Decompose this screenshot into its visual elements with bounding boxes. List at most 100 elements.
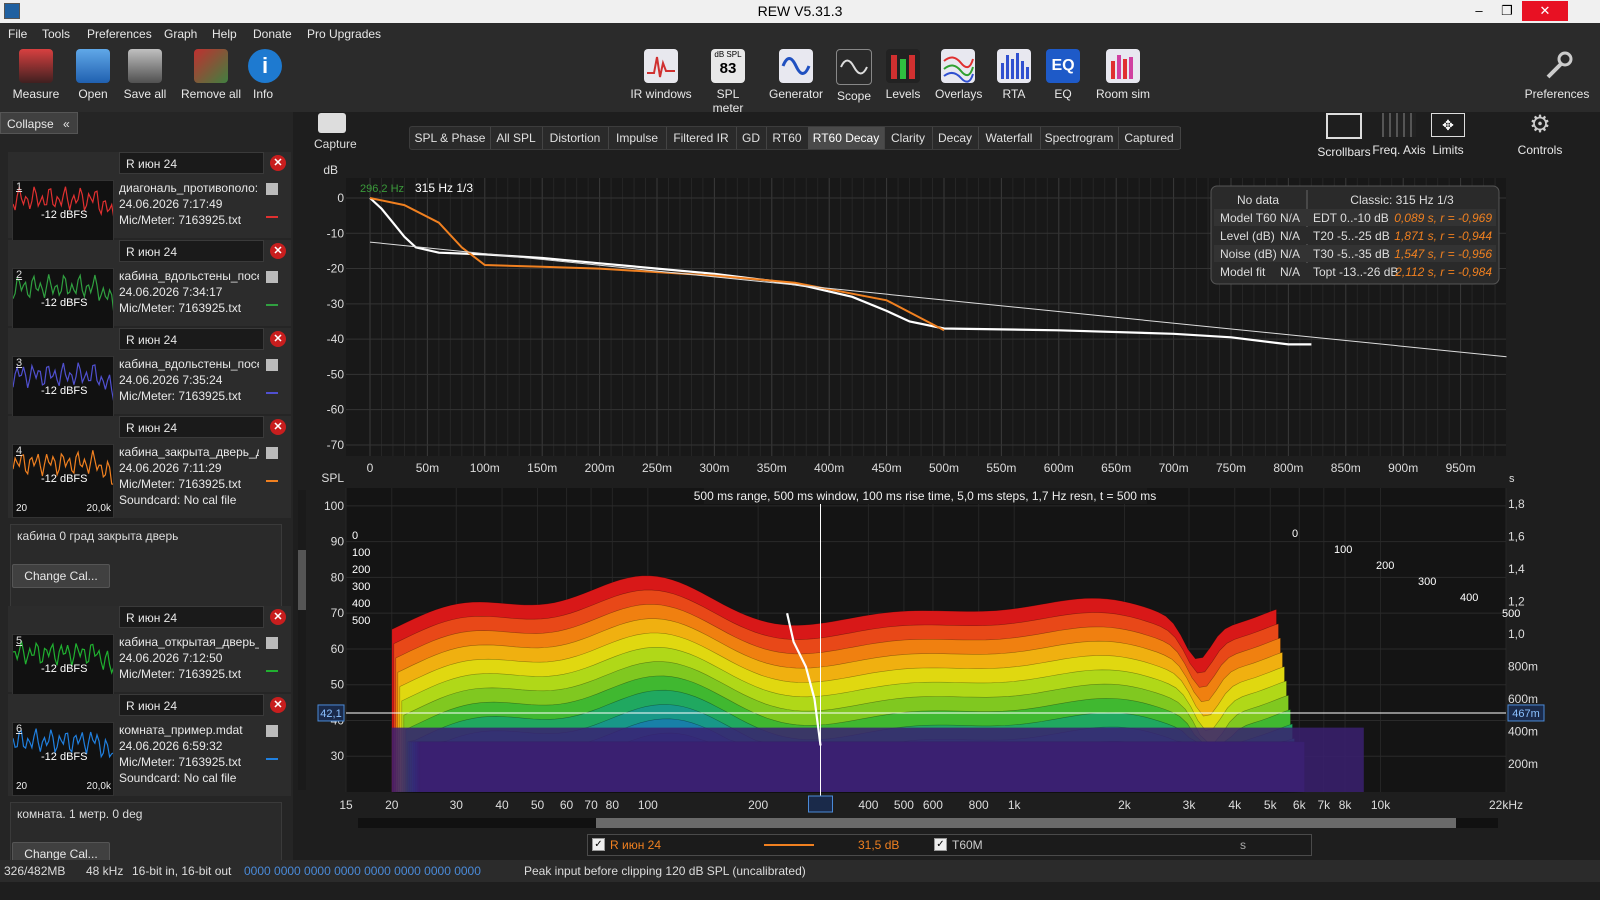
measurement-card[interactable]: R июн 24✕1-12 dBFS2020,0диагональ_против… (8, 152, 291, 254)
menu-file[interactable]: File (8, 27, 27, 41)
delete-icon[interactable]: ✕ (270, 697, 286, 713)
levels-button[interactable]: Levels (884, 49, 922, 101)
x-tick-label: 600m (1044, 461, 1074, 475)
offset-icon[interactable] (266, 476, 278, 482)
offset-icon[interactable] (266, 754, 278, 760)
controls-button[interactable]: ⚙ Controls (1516, 113, 1564, 158)
info-button[interactable]: i Info (248, 49, 282, 101)
info-label: Info (252, 87, 273, 101)
edit-icon[interactable] (266, 271, 278, 283)
edit-icon[interactable] (266, 725, 278, 737)
open-button[interactable]: Open (70, 49, 116, 101)
delete-icon[interactable]: ✕ (270, 155, 286, 171)
tab-rt60[interactable]: RT60 (766, 127, 809, 149)
offset-icon[interactable] (266, 666, 278, 672)
measurement-name[interactable]: R июн 24 (119, 240, 264, 262)
preferences-button[interactable]: Preferences (1524, 49, 1590, 101)
measurement-card[interactable]: R июн 24✕2-12 dBFS2020,0кабина_вдольстен… (8, 240, 291, 342)
edit-icon[interactable] (266, 637, 278, 649)
tab-spl-phase[interactable]: SPL & Phase (410, 127, 491, 149)
offset-icon[interactable] (266, 300, 278, 306)
measurement-card[interactable]: R июн 24✕5-12 dBFS2020,0кабина_открытая_… (8, 606, 291, 708)
scope-button[interactable]: Scope (836, 49, 872, 103)
freq-tick-label: 800 (969, 798, 989, 812)
measurement-name[interactable]: R июн 24 (119, 328, 264, 350)
minimize-button[interactable]: – (1464, 1, 1494, 21)
delete-icon[interactable]: ✕ (270, 419, 286, 435)
menu-help[interactable]: Help (212, 27, 237, 41)
tab-waterfall[interactable]: Waterfall (978, 127, 1041, 149)
measurement-card[interactable]: R июн 24 ✕ 6 -12 dBFS 20 20,0k комната_пример.… (8, 694, 291, 796)
thumb-freq-start: 20 (16, 503, 28, 514)
remove-all-button[interactable]: Remove all (180, 49, 242, 101)
limits-button[interactable]: ✥ Limits (1430, 113, 1466, 157)
measure-label: Measure (12, 87, 60, 101)
tab-gd[interactable]: GD (736, 127, 767, 149)
freq-axis-icon (1382, 113, 1416, 137)
time-label-left: 400 (352, 598, 370, 610)
measurement-number: 2 (16, 269, 23, 281)
capture-button[interactable]: Capture (314, 113, 357, 151)
rta-button[interactable]: RTA (996, 49, 1032, 101)
measurement-card[interactable]: R июн 24 ✕ 4 -12 dBFS 20 20,0k кабина_закрыта_… (8, 416, 291, 518)
close-button[interactable]: ✕ (1522, 1, 1568, 21)
edit-icon[interactable] (266, 447, 278, 459)
measurement-name[interactable]: R июн 24 (119, 606, 264, 628)
measurement-name[interactable]: R июн 24 (119, 152, 264, 174)
tab-spectrogram[interactable]: Spectrogram (1040, 127, 1119, 149)
time-label-right: 300 (1418, 576, 1436, 588)
room-sim-button[interactable]: Room sim (1094, 49, 1152, 101)
freq-tick-label: 2k (1118, 798, 1132, 812)
eq-button[interactable]: EQ EQ (1045, 49, 1081, 101)
measurement-name[interactable]: R июн 24 (119, 694, 264, 716)
tab-distortion[interactable]: Distortion (542, 127, 609, 149)
tab-clarity[interactable]: Clarity (884, 127, 933, 149)
collapse-button[interactable]: Collapse « (0, 112, 78, 134)
tab-impulse[interactable]: Impulse (608, 127, 667, 149)
time-label-left: 200 (352, 564, 370, 576)
tab-rt60-decay[interactable]: RT60 Decay (808, 127, 885, 149)
graph-area[interactable]: 0 -10 -20 -30 -40 -50 -60 -70 dB 0 50m 100m 150m 200m… (300, 158, 1600, 830)
save-all-button[interactable]: Save all (122, 49, 168, 101)
rt-tick-label: 1,2 (1508, 595, 1525, 609)
delete-icon[interactable]: ✕ (270, 609, 286, 625)
edit-icon[interactable] (266, 359, 278, 371)
t60m-checkbox[interactable]: ✓ (934, 838, 947, 851)
menu-preferences[interactable]: Preferences (87, 27, 152, 41)
tab-filtered-ir[interactable]: Filtered IR (666, 127, 737, 149)
menu-donate[interactable]: Donate (253, 27, 292, 41)
measurement-thumbnail[interactable]: 6 -12 dBFS 20 20,0k (12, 722, 114, 796)
restore-button[interactable]: ❐ (1492, 1, 1522, 21)
ir-windows-label: IR windows (630, 87, 692, 101)
tab-captured[interactable]: Captured (1118, 127, 1181, 149)
menu-tools[interactable]: Tools (42, 27, 70, 41)
measurement-name[interactable]: R июн 24 (119, 416, 264, 438)
delete-icon[interactable]: ✕ (270, 243, 286, 259)
change-cal-button[interactable]: Change Cal... (12, 564, 110, 588)
measurement-card[interactable]: R июн 24✕3-12 dBFS2020,0кабина_вдольстен… (8, 328, 291, 430)
offset-icon[interactable] (266, 388, 278, 394)
levels-label: Levels (885, 87, 921, 101)
room-sim-label: Room sim (1095, 87, 1150, 101)
freq-axis-button[interactable]: Freq. Axis (1371, 113, 1427, 157)
ir-windows-button[interactable]: IR windows (630, 49, 692, 101)
spl-meter-button[interactable]: dB SPL 83 SPL meter (700, 49, 756, 115)
measurement-thumbnail[interactable]: 4 -12 dBFS 20 20,0k (12, 444, 114, 518)
generator-button[interactable]: Generator (768, 49, 824, 101)
series-checkbox[interactable]: ✓ (592, 838, 605, 851)
menu-pro-upgrades[interactable]: Pro Upgrades (307, 27, 381, 41)
tab-all-spl[interactable]: All SPL (490, 127, 543, 149)
horizontal-scrollbar-thumb[interactable] (596, 818, 1456, 828)
save-icon (128, 49, 162, 83)
scrollbars-button[interactable]: Scrollbars (1313, 113, 1375, 159)
time-label-right: 500 (1502, 608, 1520, 620)
measure-button[interactable]: Measure (8, 49, 64, 101)
delete-icon[interactable]: ✕ (270, 331, 286, 347)
table-row-metric: Topt -13..-26 dB (1313, 265, 1398, 279)
edit-icon[interactable] (266, 183, 278, 195)
menu-graph[interactable]: Graph (164, 27, 197, 41)
overlays-button[interactable]: Overlays (935, 49, 982, 101)
offset-icon[interactable] (266, 212, 278, 218)
measurement-date: 24.06.2026 7:34:17 (119, 285, 223, 299)
tab-decay[interactable]: Decay (932, 127, 979, 149)
